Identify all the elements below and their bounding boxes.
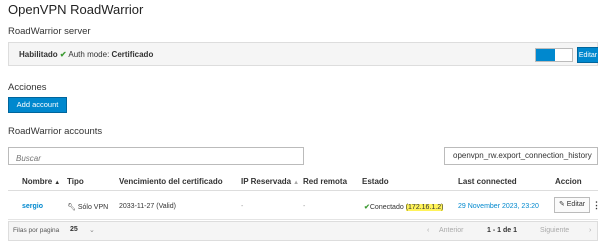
certificate-expiry: 2033-11-27 (Valid) — [119, 203, 176, 210]
chevron-down-icon[interactable]: ⌄ — [89, 226, 95, 234]
sort-ascending-icon: ▲ — [293, 180, 300, 186]
column-header-last-connected[interactable]: Last connected — [458, 177, 517, 186]
search-box[interactable] — [8, 147, 304, 167]
edit-account-label: Editar — [566, 201, 586, 208]
table-header-divider — [8, 190, 598, 191]
column-header-expiry[interactable]: Vencimiento del certificado — [119, 177, 223, 186]
account-name-link[interactable]: sergio — [22, 203, 43, 210]
column-header-remote-net[interactable]: Red remota — [303, 177, 347, 186]
actions-section-title: Acciones — [8, 82, 47, 93]
column-header-state[interactable]: Estado — [362, 177, 389, 186]
next-page-button[interactable]: Siguiente — [540, 227, 569, 234]
export-connection-history-button[interactable]: openvpn_rw.export_connection_history — [444, 147, 598, 165]
rows-per-page-select[interactable]: 25 — [70, 226, 78, 233]
column-header-action: Accion — [555, 177, 582, 186]
server-enable-toggle[interactable] — [535, 48, 573, 62]
auth-mode-label: Auth mode: — [68, 50, 110, 59]
chevron-left-icon[interactable]: ‹ — [427, 227, 429, 234]
pencil-icon: ✎ — [558, 201, 565, 208]
column-header-name[interactable]: Nombre ▲ — [22, 177, 60, 186]
page-range: 1 - 1 de 1 — [487, 227, 517, 234]
add-account-button[interactable]: Add account — [8, 97, 67, 113]
account-type: 🔧︎ Sólo VPN — [67, 203, 108, 211]
column-header-reserved-ip[interactable]: IP Reservada ▲ — [241, 177, 299, 186]
last-connected-value: 29 November 2023, 23:20 — [458, 203, 539, 210]
column-name-label: Nombre — [22, 177, 53, 186]
toggle-on-indicator — [536, 49, 555, 61]
reserved-ip: - — [241, 203, 244, 210]
account-type-label: Sólo VPN — [77, 204, 109, 211]
check-icon: ✔ — [59, 50, 67, 59]
server-status-bar: Habilitado ✔ Auth mode: Certificado Edit… — [8, 42, 598, 66]
rows-per-page-label: Filas por pagina — [13, 227, 60, 234]
kebab-menu-icon[interactable]: ⋮ — [592, 200, 598, 211]
accounts-section-title: RoadWarrior accounts — [8, 126, 103, 137]
previous-page-button[interactable]: Anterior — [439, 227, 464, 234]
sort-ascending-icon: ▲ — [54, 180, 61, 186]
edit-account-button[interactable]: ✎ Editar — [554, 197, 590, 213]
page-title: OpenVPN RoadWarrior — [8, 2, 144, 17]
column-reserved-ip-label: IP Reservada — [241, 177, 292, 186]
column-header-type[interactable]: Tipo — [67, 177, 84, 186]
auth-mode-value: Certificado — [111, 50, 154, 59]
chevron-right-icon[interactable]: › — [589, 227, 591, 234]
status-label: Habilitado — [19, 50, 58, 59]
server-status: Habilitado ✔ Auth mode: Certificado — [19, 50, 153, 59]
edit-server-button[interactable]: Editar — [577, 47, 598, 63]
state-label: Conectado — [369, 204, 404, 211]
server-section-title: RoadWarrior server — [8, 26, 91, 37]
connected-ip-badge: (172.16.1.2) — [405, 204, 444, 211]
pagination-bar: Filas por pagina 25 ⌄ ‹ Anterior 1 - 1 d… — [8, 221, 598, 241]
row-divider — [8, 219, 598, 220]
search-input[interactable] — [9, 150, 303, 167]
remote-network: - — [303, 203, 306, 210]
wrench-icon: 🔧︎ — [67, 204, 76, 211]
connection-state: ✔Conectado (172.16.1.2) — [364, 203, 444, 211]
connected-ip: 172.16.1.2 — [408, 204, 442, 211]
